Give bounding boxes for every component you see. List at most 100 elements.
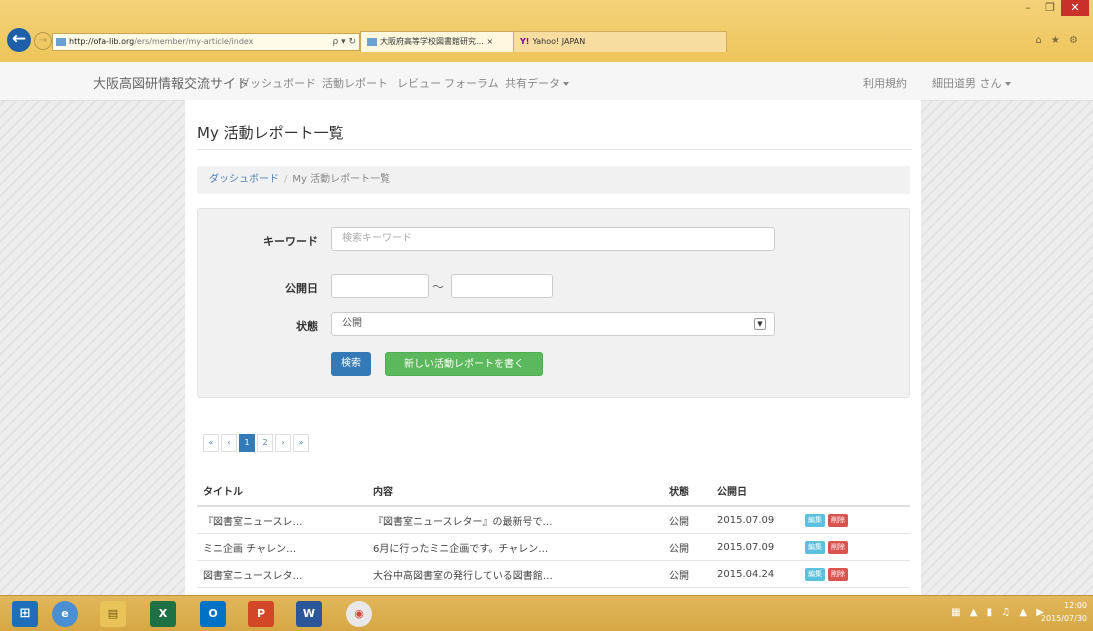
header-actions bbox=[799, 475, 910, 507]
row-status: 公開 bbox=[663, 560, 711, 588]
system-tray-icons[interactable]: ▦ ▲ ▮ ♫ ▲ ▶ bbox=[951, 607, 1047, 618]
status-label: 状態 bbox=[296, 320, 318, 333]
title-divider bbox=[197, 149, 912, 150]
page-title: My 活動レポート一覧 bbox=[197, 124, 344, 142]
excel-icon[interactable]: X bbox=[150, 601, 176, 627]
toolbar-icons[interactable]: ⌂ ★ ⚙ bbox=[1035, 35, 1081, 46]
page-last[interactable]: » bbox=[293, 434, 309, 452]
site-navbar: 大阪高図研情報交流サイト ダッシュボード 活動レポート レビュー フォーラム 共… bbox=[0, 62, 1093, 101]
clock[interactable]: 12:00 2015/07/30 bbox=[1041, 599, 1087, 625]
breadcrumb-dashboard[interactable]: ダッシュボード bbox=[209, 174, 279, 185]
chevron-down-icon bbox=[1004, 82, 1011, 86]
clock-time: 12:00 bbox=[1063, 601, 1087, 610]
nav-link-shared-data[interactable]: 共有データ bbox=[505, 75, 569, 91]
close-icon[interactable]: ✕ bbox=[1061, 0, 1089, 16]
tab-yahoo-label: Yahoo! JAPAN bbox=[532, 37, 586, 46]
row-date: 2015.07.09 bbox=[711, 533, 799, 561]
row-content: 大谷中高図書室の発行している図書館… bbox=[367, 560, 663, 588]
row-content: 6月に行ったミニ企画です。チャレン… bbox=[367, 533, 663, 561]
breadcrumb: ダッシュボード / My 活動レポート一覧 bbox=[197, 166, 910, 194]
nav-link-reviews[interactable]: レビュー bbox=[397, 75, 441, 91]
status-select[interactable]: 公開 ▼ bbox=[331, 312, 775, 336]
browser-chrome: ← → http://ofa-lib.org/ers/member/my-art… bbox=[0, 0, 1093, 62]
row-title[interactable]: ミニ企画 チャレン… bbox=[197, 533, 367, 561]
pagination: « ‹ 1 2 › » bbox=[203, 434, 311, 452]
breadcrumb-current: My 活動レポート一覧 bbox=[292, 174, 391, 185]
back-arrow-icon[interactable]: ← bbox=[7, 28, 31, 52]
user-menu-label: 細田道男 さん bbox=[932, 77, 1002, 90]
header-status: 状態 bbox=[663, 475, 711, 507]
outlook-icon[interactable]: O bbox=[200, 601, 226, 627]
delete-button[interactable]: 削除 bbox=[828, 567, 848, 581]
windows-start-icon[interactable]: ⊞ bbox=[12, 601, 38, 627]
row-date: 2015.07.09 bbox=[711, 506, 799, 534]
date-range-separator: 〜 bbox=[432, 280, 445, 294]
chrome-icon[interactable]: ◉ bbox=[346, 601, 372, 627]
date-to-input[interactable] bbox=[451, 274, 553, 298]
nav-link-dashboard[interactable]: ダッシュボード bbox=[239, 75, 316, 91]
taskbar: ⊞ e ▤ X O P W ◉ ▦ ▲ ▮ ♫ ▲ ▶ 12:00 2015/0… bbox=[0, 595, 1093, 631]
row-content: 『図書室ニュースレター』の最新号で… bbox=[367, 506, 663, 534]
table-row: 図書室ニュースレタ… 大谷中高図書室の発行している図書館… 公開 2015.04… bbox=[197, 560, 910, 588]
delete-button[interactable]: 削除 bbox=[828, 540, 848, 554]
edit-button[interactable]: 編集 bbox=[805, 513, 825, 527]
page-next[interactable]: › bbox=[275, 434, 291, 452]
date-from-input[interactable] bbox=[331, 274, 429, 298]
forward-arrow-icon[interactable]: → bbox=[34, 32, 52, 50]
nav-link-forum[interactable]: フォーラム bbox=[444, 75, 499, 91]
date-label: 公開日 bbox=[285, 282, 318, 295]
user-menu[interactable]: 細田道男 さん bbox=[932, 75, 1011, 91]
breadcrumb-separator: / bbox=[284, 174, 288, 185]
edit-button[interactable]: 編集 bbox=[805, 540, 825, 554]
main-container: My 活動レポート一覧 ダッシュボード / My 活動レポート一覧 キーワード 検索… bbox=[185, 100, 921, 595]
keyword-input[interactable]: 検索キーワード bbox=[331, 227, 775, 251]
row-status: 公開 bbox=[663, 533, 711, 561]
row-actions: 編集 削除 bbox=[799, 533, 910, 561]
page-1[interactable]: 1 bbox=[239, 434, 255, 452]
keyword-label: キーワード bbox=[263, 235, 318, 248]
edit-button[interactable]: 編集 bbox=[805, 567, 825, 581]
window-controls: – ❐ ✕ bbox=[1017, 0, 1089, 22]
minimize-icon[interactable]: – bbox=[1017, 0, 1039, 16]
powerpoint-icon[interactable]: P bbox=[248, 601, 274, 627]
row-title[interactable]: 『図書室ニュースレ… bbox=[197, 506, 367, 534]
header-date: 公開日 bbox=[711, 475, 799, 507]
address-actions[interactable]: ρ ▾ ↻ bbox=[333, 34, 357, 50]
restore-icon[interactable]: ❐ bbox=[1039, 0, 1061, 16]
page-icon bbox=[56, 37, 66, 46]
chevron-down-icon: ▼ bbox=[754, 318, 766, 330]
tab-yahoo[interactable]: Y! Yahoo! JAPAN bbox=[513, 31, 727, 52]
internet-explorer-icon[interactable]: e bbox=[52, 601, 78, 627]
row-actions: 編集 削除 bbox=[799, 506, 910, 534]
word-icon[interactable]: W bbox=[296, 601, 322, 627]
site-brand[interactable]: 大阪高図研情報交流サイト bbox=[93, 73, 249, 92]
nav-link-terms[interactable]: 利用規約 bbox=[863, 75, 907, 91]
header-title: タイトル bbox=[197, 475, 367, 507]
delete-button[interactable]: 削除 bbox=[828, 513, 848, 527]
tab-active-label: 大阪府高等学校図書館研究… × bbox=[380, 37, 494, 46]
status-select-value: 公開 bbox=[342, 318, 362, 329]
address-bar[interactable]: http://ofa-lib.org/ers/member/my-article… bbox=[52, 33, 360, 51]
page-prev[interactable]: ‹ bbox=[221, 434, 237, 452]
nav-link-shared-data-label: 共有データ bbox=[505, 77, 560, 90]
search-panel: キーワード 検索キーワード 公開日 〜 状態 公開 ▼ 検索 新しい活動レポート… bbox=[197, 208, 910, 398]
header-content: 内容 bbox=[367, 475, 663, 507]
nav-link-reports[interactable]: 活動レポート bbox=[322, 75, 388, 91]
search-button[interactable]: 検索 bbox=[331, 352, 371, 376]
chevron-down-icon bbox=[563, 82, 569, 86]
tab-active[interactable]: 大阪府高等学校図書館研究… × bbox=[360, 31, 522, 52]
reports-table: タイトル 内容 状態 公開日 『図書室ニュースレ… 『図書室ニュースレター』の最… bbox=[197, 475, 910, 588]
page-2[interactable]: 2 bbox=[257, 434, 273, 452]
url-path: /ers/member/my-article/index bbox=[134, 37, 254, 46]
row-status: 公開 bbox=[663, 506, 711, 534]
table-row: 『図書室ニュースレ… 『図書室ニュースレター』の最新号で… 公開 2015.07… bbox=[197, 506, 910, 534]
table-row: ミニ企画 チャレン… 6月に行ったミニ企画です。チャレン… 公開 2015.07… bbox=[197, 533, 910, 561]
url-host: http://ofa-lib.org bbox=[69, 37, 135, 46]
page-first[interactable]: « bbox=[203, 434, 219, 452]
new-report-button[interactable]: 新しい活動レポートを書く bbox=[385, 352, 543, 376]
row-actions: 編集 削除 bbox=[799, 560, 910, 588]
page-icon bbox=[367, 37, 377, 46]
row-title[interactable]: 図書室ニュースレタ… bbox=[197, 560, 367, 588]
table-header-row: タイトル 内容 状態 公開日 bbox=[197, 475, 910, 507]
file-explorer-icon[interactable]: ▤ bbox=[100, 601, 126, 627]
